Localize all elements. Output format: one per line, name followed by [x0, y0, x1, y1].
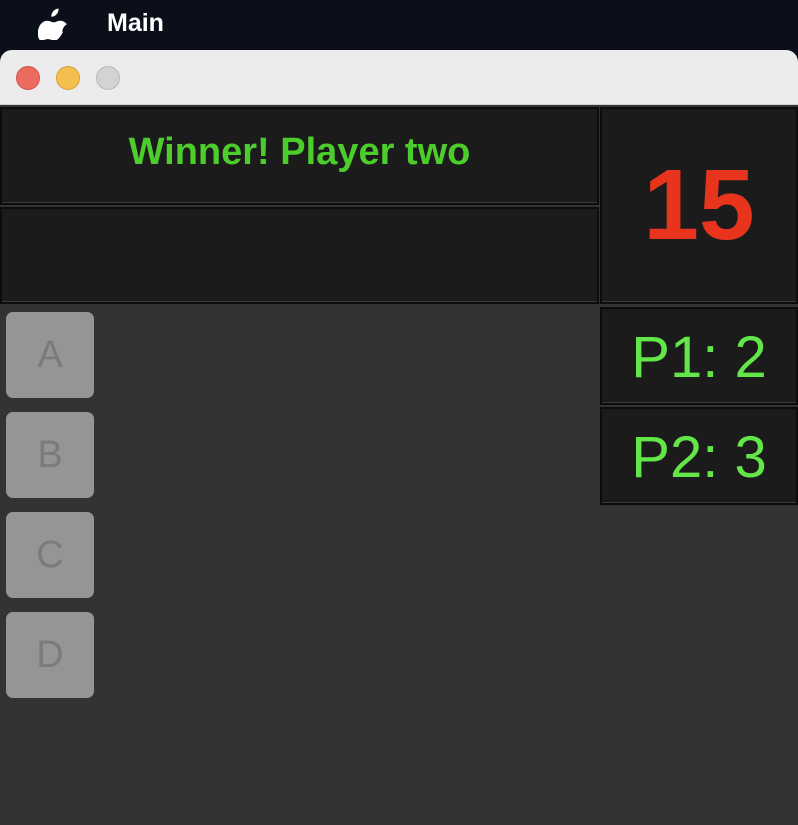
main-window: Winner! Player two 15 P1: 2 P2: 3 A B C … — [0, 50, 798, 825]
answer-b-button[interactable]: B — [6, 412, 94, 498]
status-panel: Winner! Player two — [0, 107, 599, 205]
minimize-button[interactable] — [56, 66, 80, 90]
countdown-timer: 15 — [643, 149, 755, 261]
player-one-score: P1: 2 — [631, 325, 767, 390]
message-panel — [0, 207, 599, 304]
menu-bar: Main — [0, 0, 798, 46]
player-two-score: P2: 3 — [631, 425, 767, 490]
player-one-score-panel: P1: 2 — [600, 307, 798, 405]
winner-message: Winner! Player two — [128, 131, 471, 173]
player-two-score-panel: P2: 3 — [600, 407, 798, 505]
title-bar[interactable] — [0, 50, 798, 105]
close-button[interactable] — [16, 66, 40, 90]
answer-d-button[interactable]: D — [6, 612, 94, 698]
app-name-menu[interactable]: Main — [107, 9, 164, 38]
apple-icon[interactable] — [38, 6, 68, 40]
answer-a-button[interactable]: A — [6, 312, 94, 398]
answer-c-button[interactable]: C — [6, 512, 94, 598]
timer-panel: 15 — [600, 107, 798, 304]
zoom-button[interactable] — [96, 66, 120, 90]
